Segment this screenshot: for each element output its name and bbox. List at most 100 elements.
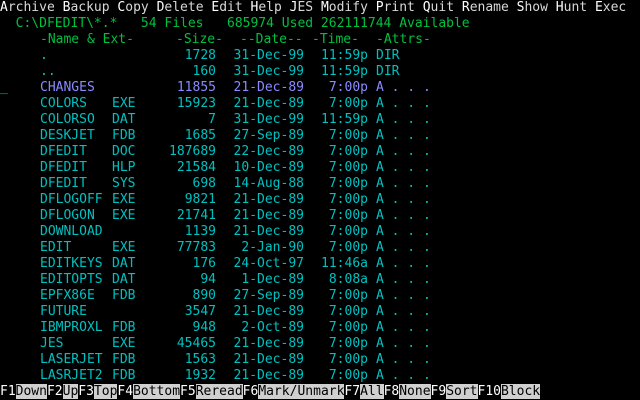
header-name-ext[interactable]: -Name & Ext-: [40, 32, 134, 48]
menu-item-quit[interactable]: Quit: [423, 0, 454, 15]
menu-label: elp: [258, 0, 282, 15]
menu-item-modify[interactable]: Modify: [321, 0, 368, 15]
file-size: 1685: [184, 128, 216, 143]
menu-item-hunt[interactable]: Hunt: [556, 0, 587, 15]
file-ext: FDB: [112, 368, 136, 383]
file-size: 698: [192, 176, 216, 191]
fkey-number: F9: [430, 384, 447, 399]
file-row[interactable]: _ CHANGES 11855 21-Dec-89 7:00p A . . .: [0, 80, 640, 96]
menu-item-print[interactable]: Print: [376, 0, 415, 15]
file-time: 7:00p: [328, 304, 368, 319]
file-attrs: A . . .: [376, 176, 431, 191]
file-row[interactable]: DOWNLOAD 1139 21-Dec-89 7:00p A . . .: [0, 224, 640, 240]
fkey-block[interactable]: F10Block: [478, 384, 541, 399]
file-row[interactable]: EDIT EXE 77783 2-Jan-90 7:00p A . . .: [0, 240, 640, 256]
fkey-up[interactable]: F2Up: [47, 384, 79, 399]
file-row[interactable]: JES EXE 45465 21-Dec-89 7:00p A . . .: [0, 336, 640, 352]
fkey-bottom[interactable]: F4Bottom: [117, 384, 181, 399]
file-date: 21-Dec-89: [233, 304, 304, 319]
menu-item-copy[interactable]: Copy: [117, 0, 148, 15]
menu-item-edit[interactable]: Edit: [211, 0, 242, 15]
file-date: 2-Jan-90: [241, 240, 304, 255]
menu-item-delete[interactable]: Delete: [157, 0, 204, 15]
file-row[interactable]: DFEDIT SYS 698 14-Aug-88 7:00p A . . .: [0, 176, 640, 192]
file-row[interactable]: EDITOPTS DAT 94 1-Dec-89 8:08a A . . .: [0, 272, 640, 288]
fkey-down[interactable]: F1Down: [0, 384, 47, 399]
file-time: 7:00p: [328, 368, 368, 383]
file-row[interactable]: EDITKEYS DAT 176 24-Oct-97 11:46a A . . .: [0, 256, 640, 272]
current-directory: C:\DFEDIT\*.*: [15, 16, 118, 31]
file-size: 1563: [184, 352, 216, 367]
file-row[interactable]: COLORSO DAT 7 31-Dec-99 11:59p A . . .: [0, 112, 640, 128]
fkey-all[interactable]: F7All: [344, 384, 384, 399]
file-time: 7:00p: [328, 352, 368, 367]
menu-hotkey: H: [555, 0, 564, 15]
file-time: 11:59p: [321, 64, 368, 79]
menu-hotkey: E: [594, 0, 603, 15]
menu-item-rename[interactable]: Rename: [462, 0, 509, 15]
menu-item-archive[interactable]: Archive: [0, 0, 55, 15]
file-row[interactable]: LASRJET2 FDB 1932 21-Dec-89 7:00p A . . .: [0, 368, 640, 384]
file-time: 7:00p: [328, 336, 368, 351]
file-size: 1932: [184, 368, 216, 383]
menu-bar: Archive Backup Copy Delete Edit Help JES…: [0, 0, 640, 16]
menu-item-show[interactable]: Show: [517, 0, 548, 15]
file-ext: FDB: [112, 352, 136, 367]
file-ext: SYS: [112, 176, 136, 191]
file-attrs: A . . .: [376, 288, 431, 303]
file-time: 8:08a: [328, 272, 368, 287]
fkey-none[interactable]: F8None: [384, 384, 431, 399]
fkey-sort[interactable]: F9Sort: [431, 384, 478, 399]
fkey-top[interactable]: F3Top: [78, 384, 118, 399]
menu-item-help[interactable]: Help: [251, 0, 282, 15]
file-row[interactable]: . 1728 31-Dec-99 11:59p DIR: [0, 48, 640, 64]
menu-label: rint: [383, 0, 415, 15]
menu-label: ename: [469, 0, 509, 15]
menu-item-backup[interactable]: Backup: [63, 0, 110, 15]
file-size: 187689: [169, 144, 216, 159]
path-status-line: C:\DFEDIT\*.* 54 Files 685974 Used 26211…: [0, 16, 640, 32]
column-headers: -Name & Ext- -Size- --Date-- -Time- -Attrs-: [0, 32, 640, 48]
fkey-mark-unmark[interactable]: F6Mark/Unmark: [243, 384, 345, 399]
menu-item-exec[interactable]: Exec: [595, 0, 626, 15]
file-ext: EXE: [112, 208, 136, 223]
file-row[interactable]: DESKJET FDB 1685 27-Sep-89 7:00p A . . .: [0, 128, 640, 144]
file-row[interactable]: EPFX86E FDB 890 27-Sep-89 7:00p A . . .: [0, 288, 640, 304]
file-list: . 1728 31-Dec-99 11:59p DIR.. 160 31-Dec-99 11:…: [0, 48, 640, 384]
header-attrs[interactable]: -Attrs-: [376, 32, 431, 48]
file-row[interactable]: DFLOGON EXE 21741 21-Dec-89 7:00p A . . .: [0, 208, 640, 224]
file-name: DFLOGOFF: [40, 192, 103, 207]
file-row[interactable]: FUTURE 3547 21-Dec-89 7:00p A . . .: [0, 304, 640, 320]
file-attrs: A . . .: [376, 208, 431, 223]
file-ext: EXE: [112, 336, 136, 351]
file-size: 890: [192, 288, 216, 303]
file-time: 7:00p: [328, 288, 368, 303]
fkey-label: Up: [62, 384, 79, 399]
menu-item-jes[interactable]: JES: [290, 0, 313, 15]
header-time[interactable]: -Time-: [312, 32, 359, 48]
file-row[interactable]: DFLOGOFF EXE 9821 21-Dec-89 7:00p A . . .: [0, 192, 640, 208]
file-row[interactable]: IBMPROXL FDB 948 2-Oct-89 7:00p A . . .: [0, 320, 640, 336]
fkey-number: F3: [78, 384, 94, 399]
file-date: 21-Dec-89: [233, 192, 304, 207]
header-date[interactable]: --Date--: [240, 32, 303, 48]
file-row[interactable]: COLORS EXE 15923 21-Dec-89 7:00p A . . .: [0, 96, 640, 112]
file-size: 1139: [184, 224, 216, 239]
file-name: FUTURE: [40, 304, 87, 319]
fkey-number: F8: [383, 384, 400, 399]
file-time: 7:00p: [328, 224, 368, 239]
file-name: IBMPROXL: [40, 320, 103, 335]
file-date: 24-Oct-97: [233, 256, 304, 271]
file-size: 77783: [176, 240, 216, 255]
header-size[interactable]: -Size-: [176, 32, 223, 48]
fkey-reread[interactable]: F5Reread: [180, 384, 243, 399]
fkey-number: F5: [180, 384, 196, 399]
file-size: 21584: [176, 160, 216, 175]
file-row[interactable]: DFEDIT DOC 187689 22-Dec-89 7:00p A . . .: [0, 144, 640, 160]
file-row[interactable]: .. 160 31-Dec-99 11:59p DIR: [0, 64, 640, 80]
file-time: 7:00p: [328, 208, 368, 223]
file-row[interactable]: DFEDIT HLP 21584 10-Dec-89 7:00p A . . .: [0, 160, 640, 176]
file-row[interactable]: LASERJET FDB 1563 21-Dec-89 7:00p A . . .: [0, 352, 640, 368]
file-time: 7:00p: [328, 320, 368, 335]
file-name: LASERJET: [40, 352, 103, 367]
